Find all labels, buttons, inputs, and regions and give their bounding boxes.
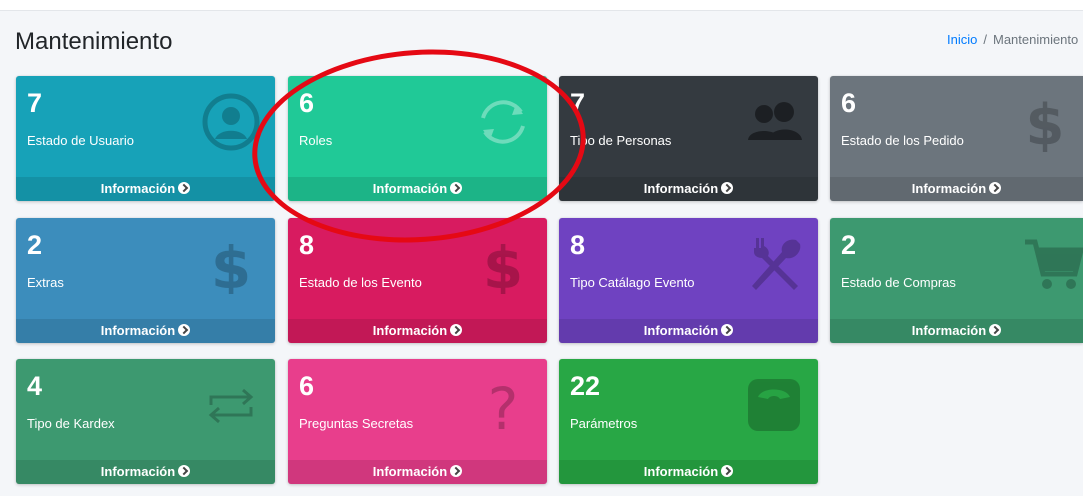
info-link-label: Información xyxy=(643,323,719,338)
info-link-label: Información xyxy=(372,323,448,338)
box-count: 22 xyxy=(570,371,601,401)
small-box-preguntas-secretas: 6 Preguntas Secretas ? Información xyxy=(288,359,547,484)
box-label: Estado de Usuario xyxy=(27,133,134,148)
info-link[interactable]: Información xyxy=(559,460,818,484)
exchange-icon xyxy=(201,375,261,435)
box-count: 7 xyxy=(27,88,43,118)
info-link-label: Información xyxy=(643,464,719,479)
breadcrumb-current: Mantenimiento xyxy=(992,32,1079,47)
arrow-circle-right-icon xyxy=(450,324,463,336)
box-count: 2 xyxy=(27,230,43,260)
users-icon xyxy=(744,92,804,152)
arrow-circle-right-icon xyxy=(989,324,1002,336)
info-link-label: Información xyxy=(100,464,176,479)
arrow-circle-right-icon xyxy=(721,324,734,336)
info-link[interactable]: Información xyxy=(288,177,547,201)
svg-text:$: $ xyxy=(211,234,251,294)
breadcrumb-separator: / xyxy=(983,32,987,47)
info-link-label: Información xyxy=(100,181,176,196)
box-label: Extras xyxy=(27,275,64,290)
info-link[interactable]: Información xyxy=(830,177,1083,201)
box-count: 2 xyxy=(841,230,857,260)
info-link-label: Información xyxy=(372,181,448,196)
box-label: Roles xyxy=(299,133,333,148)
user-circle-icon xyxy=(201,92,261,152)
arrow-circle-right-icon xyxy=(178,324,191,336)
weight-scale-icon xyxy=(744,375,804,435)
info-link[interactable]: Información xyxy=(16,177,275,201)
small-box-tipo-personas: 7 Tipo de Personas Información xyxy=(559,76,818,201)
small-box-extras: 2 Extras $ Información xyxy=(16,218,275,343)
info-link-label: Información xyxy=(643,181,719,196)
breadcrumb: Inicio / Mantenimiento xyxy=(947,32,1083,47)
box-count: 8 xyxy=(570,230,586,260)
small-box-tipo-catalago-evento: 8 Tipo Catálago Evento Información xyxy=(559,218,818,343)
arrow-circle-right-icon xyxy=(989,182,1002,194)
box-label: Parámetros xyxy=(570,416,638,431)
info-link-label: Información xyxy=(911,181,987,196)
arrow-circle-right-icon xyxy=(450,182,463,194)
box-label: Tipo de Kardex xyxy=(27,416,115,431)
box-count: 6 xyxy=(841,88,857,118)
small-box-estado-compras: 2 Estado de Compras Información xyxy=(830,218,1083,343)
box-count: 6 xyxy=(299,88,315,118)
svg-text:?: ? xyxy=(488,375,519,435)
box-count: 4 xyxy=(27,371,43,401)
utensils-icon xyxy=(744,234,804,294)
info-link[interactable]: Información xyxy=(288,319,547,343)
info-link[interactable]: Información xyxy=(830,319,1083,343)
svg-text:$: $ xyxy=(1026,93,1065,152)
box-count: 7 xyxy=(570,88,586,118)
dollar-icon: $ xyxy=(1015,92,1075,152)
small-box-estado-usuario: 7 Estado de Usuario Información xyxy=(16,76,275,201)
breadcrumb-home-link[interactable]: Inicio xyxy=(947,32,977,47)
arrow-circle-right-icon xyxy=(450,465,463,477)
small-box-roles: 6 Roles Información xyxy=(288,76,547,201)
cart-icon xyxy=(1023,234,1083,294)
info-link-label: Información xyxy=(100,323,176,338)
arrow-circle-right-icon xyxy=(178,465,191,477)
arrow-circle-right-icon xyxy=(178,182,191,194)
info-link-label: Información xyxy=(372,464,448,479)
box-label: Estado de Compras xyxy=(841,275,956,290)
box-count: 6 xyxy=(299,371,315,401)
small-box-tipo-kardex: 4 Tipo de Kardex Información xyxy=(16,359,275,484)
box-count: 8 xyxy=(299,230,315,260)
info-link[interactable]: Información xyxy=(16,460,275,484)
info-link[interactable]: Información xyxy=(559,177,818,201)
question-icon: ? xyxy=(473,375,533,435)
info-link-label: Información xyxy=(911,323,987,338)
box-label: Tipo de Personas xyxy=(570,133,672,148)
top-navbar xyxy=(0,0,1083,11)
small-box-estado-evento: 8 Estado de los Evento $ Información xyxy=(288,218,547,343)
small-box-estado-pedido: 6 Estado de los Pedido $ Información xyxy=(830,76,1083,201)
box-label: Preguntas Secretas xyxy=(299,416,414,431)
dollar-icon: $ xyxy=(473,234,533,294)
info-link[interactable]: Información xyxy=(16,319,275,343)
sync-icon xyxy=(473,92,533,152)
arrow-circle-right-icon xyxy=(721,182,734,194)
box-label: Estado de los Evento xyxy=(299,275,422,290)
box-label: Estado de los Pedido xyxy=(841,133,964,148)
box-label: Tipo Catálago Evento xyxy=(570,275,695,290)
small-box-parametros: 22 Parámetros Información xyxy=(559,359,818,484)
info-link[interactable]: Información xyxy=(288,460,547,484)
page-title: Mantenimiento xyxy=(15,28,173,55)
svg-text:$: $ xyxy=(483,234,523,294)
info-link[interactable]: Información xyxy=(559,319,818,343)
arrow-circle-right-icon xyxy=(721,465,734,477)
dollar-icon: $ xyxy=(201,234,261,294)
